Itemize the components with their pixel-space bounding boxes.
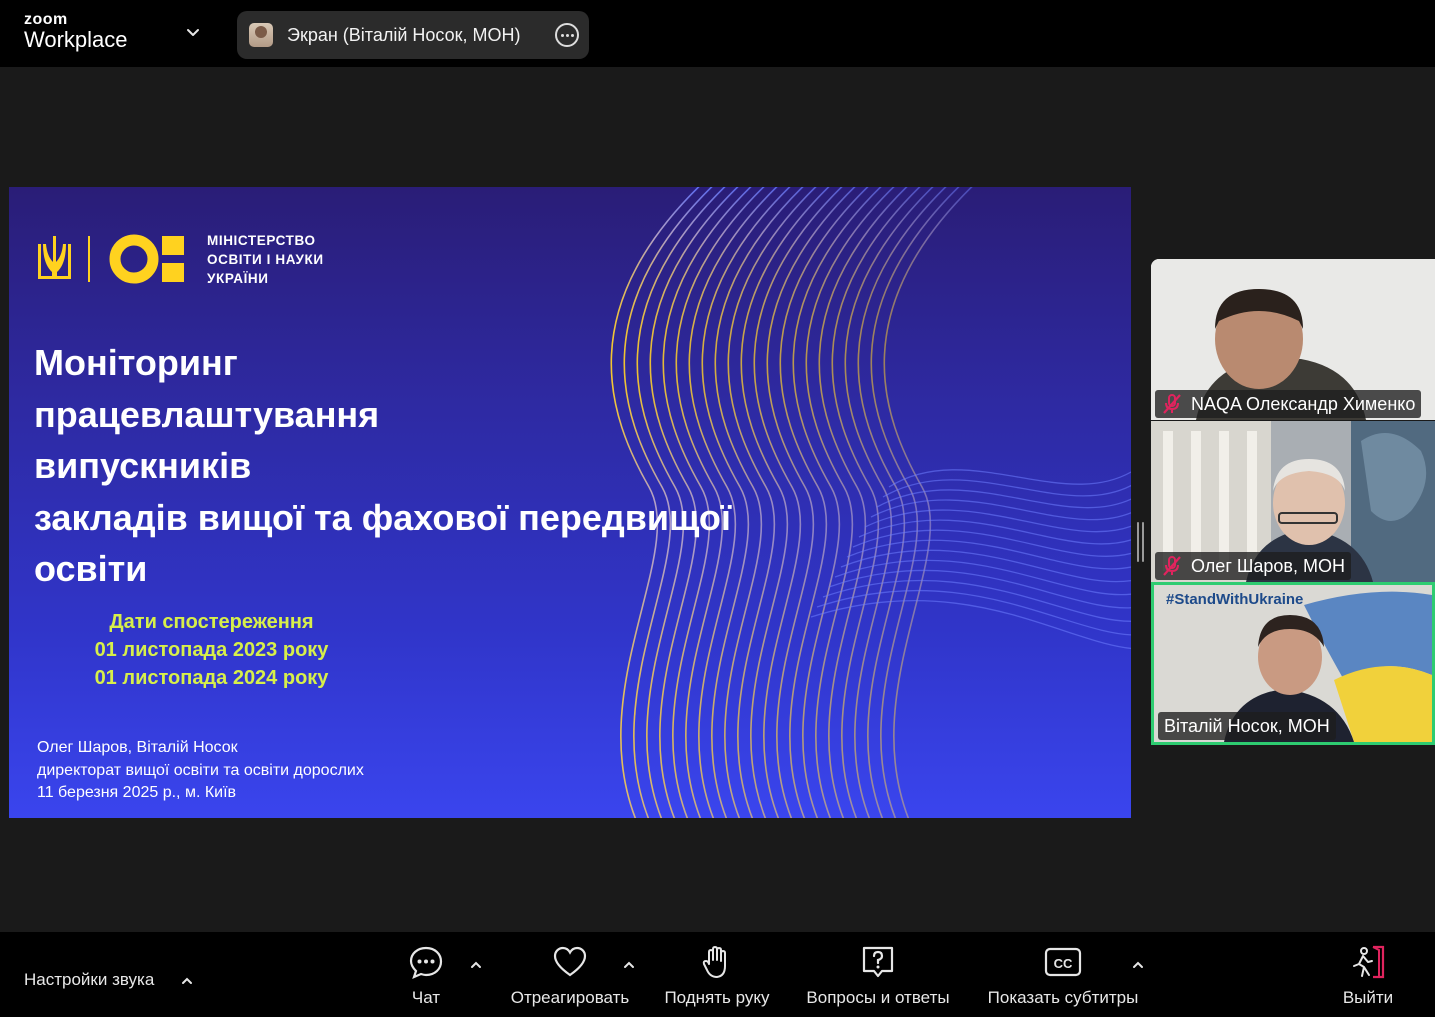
brand-workplace: Workplace [24, 27, 128, 52]
wave-line [846, 539, 1131, 570]
muted-mic-icon [1163, 556, 1181, 576]
slide-authors: Олег Шаров, Віталій Носок директорат вищ… [37, 739, 364, 801]
observation-dates: Дати спостереження 01 листопада 2023 рок… [94, 611, 329, 689]
more-options-button[interactable] [555, 23, 579, 47]
chevron-up-icon[interactable] [622, 958, 636, 972]
avatar [249, 23, 273, 47]
panel-resize-handle[interactable] [1137, 522, 1144, 562]
wave-line [816, 590, 1131, 636]
active-speaker-tile[interactable]: #StandWithUkraine Віталій Носок, МОН [1151, 582, 1435, 745]
top-bar: zoom Workplace Экран (Віталій Носок, МОН… [0, 0, 1435, 67]
screen-share-indicator[interactable]: Экран (Віталій Носок, МОН) [237, 11, 589, 59]
wave-line [834, 559, 1131, 596]
trident-icon [38, 236, 71, 279]
chevron-down-icon[interactable] [184, 24, 202, 42]
question-icon [862, 946, 894, 978]
svg-text:CC: CC [1054, 956, 1073, 971]
chevron-up-icon[interactable] [180, 974, 194, 988]
heart-icon [553, 946, 587, 977]
meeting-toolbar: Настройки звука Чат Отреагировать Поднят… [0, 932, 1435, 1017]
leave-button[interactable]: Выйти [1335, 944, 1401, 1008]
captions-button[interactable]: CC Показать субтитры [980, 944, 1146, 1008]
audio-settings-button[interactable]: Настройки звука [24, 970, 154, 990]
wave-line [882, 479, 1131, 498]
participant-nameplate: NAQA Олександр Хименко [1155, 390, 1422, 418]
shared-screen-slide: МІНІСТЕРСТВО ОСВІТИ І НАУКИ УКРАЇНИ Моні… [9, 187, 1131, 818]
participant-tile[interactable]: NAQA Олександр Хименко [1151, 259, 1435, 420]
slide-title: Моніторинг працевлаштування випускників … [34, 342, 732, 589]
participant-nameplate: Олег Шаров, МОН [1155, 552, 1351, 580]
react-button[interactable]: Отреагировать [504, 944, 636, 1008]
background-hashtag: #StandWithUkraine [1166, 591, 1304, 608]
zoom-window: zoom Workplace Экран (Віталій Носок, МОН… [0, 0, 1435, 1017]
hand-icon [702, 946, 726, 978]
leave-icon [1353, 945, 1385, 979]
cc-icon: CC [1044, 947, 1082, 977]
wave-line [828, 569, 1131, 609]
muted-mic-icon [1163, 394, 1181, 414]
chat-button[interactable]: Чат [397, 944, 455, 1008]
raise-hand-button[interactable]: Поднять руку [657, 944, 777, 1008]
share-label: Экран (Віталій Носок, МОН) [287, 25, 521, 45]
chevron-up-icon[interactable] [1131, 958, 1145, 972]
participant-nameplate: Віталій Носок, МОН [1158, 712, 1336, 740]
zoom-workplace-logo: zoom Workplace [24, 12, 128, 51]
wave-line [857, 187, 947, 818]
ministry-logo [38, 234, 184, 284]
ministry-name: МІНІСТЕРСТВО ОСВІТИ І НАУКИ УКРАЇНИ [207, 233, 324, 286]
chat-icon [409, 946, 443, 979]
participant-tile[interactable]: Олег Шаров, МОН [1151, 421, 1435, 582]
chevron-up-icon[interactable] [469, 958, 483, 972]
qa-button[interactable]: Вопросы и ответы [797, 944, 959, 1008]
brand-zoom: zoom [24, 11, 68, 28]
wave-line [883, 187, 973, 818]
wave-line [888, 469, 1131, 488]
